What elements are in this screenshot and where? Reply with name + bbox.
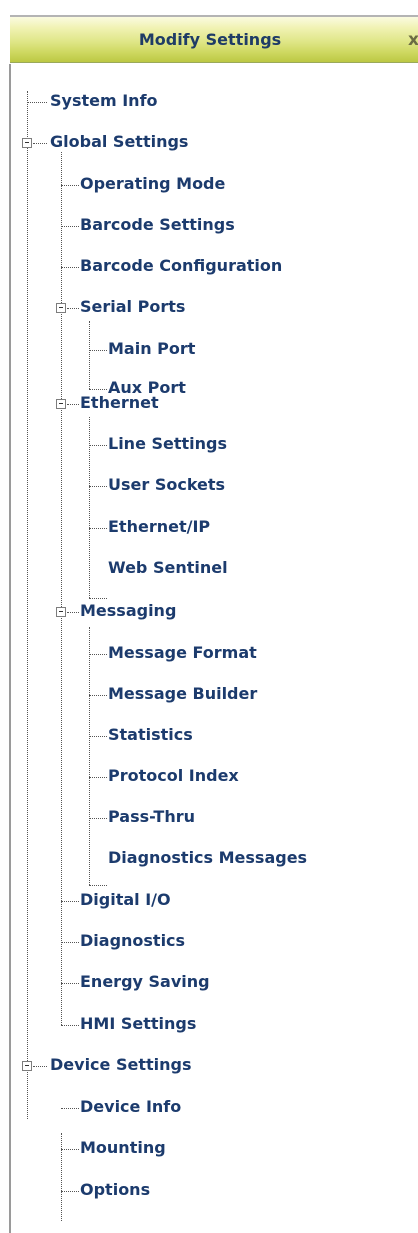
tree-item-energy-saving[interactable]: Energy Saving (80, 967, 210, 997)
tree-connector (27, 91, 28, 1119)
tree-connector (89, 528, 107, 529)
tree-connector (61, 267, 79, 268)
tree-connector (61, 1191, 79, 1192)
tree-connector (67, 612, 79, 613)
tree-item-message-builder[interactable]: Message Builder (108, 679, 257, 709)
tree-item-options[interactable]: Options (80, 1175, 150, 1205)
tree-item-device-info[interactable]: Device Info (80, 1092, 181, 1122)
tree-connector (89, 818, 107, 819)
tree-item-protocol-index[interactable]: Protocol Index (108, 761, 239, 791)
tree-item-serial-ports[interactable]: Serial Ports (80, 292, 185, 322)
tree-item-operating-mode[interactable]: Operating Mode (80, 169, 225, 199)
collapse-toggle-icon[interactable] (56, 303, 66, 313)
tree-connector (89, 350, 107, 351)
tree-item-line-settings[interactable]: Line Settings (108, 429, 227, 459)
tree-item-pass-thru[interactable]: Pass-Thru (108, 802, 195, 832)
tree-connector (61, 901, 79, 902)
tree-connector (89, 445, 107, 446)
tree-connector (67, 404, 79, 405)
tree-connector (89, 486, 107, 487)
tree-item-system-info[interactable]: System Info (50, 86, 158, 116)
tree-connector (61, 1108, 79, 1109)
tree-connector (89, 736, 107, 737)
tree-item-digital-io[interactable]: Digital I/O (80, 885, 171, 915)
tree-item-barcode-settings[interactable]: Barcode Settings (80, 210, 235, 240)
tree-connector (67, 308, 79, 309)
collapse-toggle-icon[interactable] (22, 1061, 32, 1071)
modify-settings-panel: Modify Settings x System Info Global Set… (0, 0, 418, 1233)
tree-item-ethernet-ip[interactable]: Ethernet/IP (108, 512, 210, 542)
tree-item-device-settings[interactable]: Device Settings (50, 1050, 191, 1080)
tree-connector (89, 654, 107, 655)
tree-connector (89, 777, 107, 778)
collapse-toggle-icon[interactable] (56, 607, 66, 617)
tree-connector (61, 226, 79, 227)
collapse-toggle-icon[interactable] (56, 399, 66, 409)
tree-item-hmi-settings[interactable]: HMI Settings (80, 1009, 196, 1039)
tree-item-ethernet[interactable]: Ethernet (80, 388, 159, 418)
tree-item-barcode-configuration[interactable]: Barcode Configuration (80, 251, 282, 281)
tree-connector (33, 143, 47, 144)
tree-connector (61, 1133, 62, 1221)
tree-item-messaging[interactable]: Messaging (80, 596, 176, 626)
settings-tree: System Info Global Settings Operating Mo… (0, 0, 418, 1233)
tree-item-diagnostics-messages[interactable]: Diagnostics Messages (108, 843, 307, 873)
tree-connector (89, 627, 90, 885)
tree-connector (61, 1149, 79, 1150)
tree-item-web-sentinel[interactable]: Web Sentinel (108, 553, 228, 583)
tree-connector (61, 152, 62, 1025)
tree-connector (33, 1066, 47, 1067)
tree-connector (61, 983, 79, 984)
collapse-toggle-icon[interactable] (22, 138, 32, 148)
tree-item-mounting[interactable]: Mounting (80, 1133, 166, 1163)
tree-connector (89, 695, 107, 696)
tree-connector (61, 1025, 79, 1026)
tree-item-message-format[interactable]: Message Format (108, 638, 257, 668)
tree-connector (27, 102, 47, 103)
tree-connector (61, 942, 79, 943)
tree-item-main-port[interactable]: Main Port (108, 334, 195, 364)
tree-connector (89, 321, 90, 389)
tree-item-diagnostics[interactable]: Diagnostics (80, 926, 185, 956)
tree-connector (61, 185, 79, 186)
tree-item-global-settings[interactable]: Global Settings (50, 127, 188, 157)
tree-item-statistics[interactable]: Statistics (108, 720, 193, 750)
tree-item-user-sockets[interactable]: User Sockets (108, 470, 225, 500)
